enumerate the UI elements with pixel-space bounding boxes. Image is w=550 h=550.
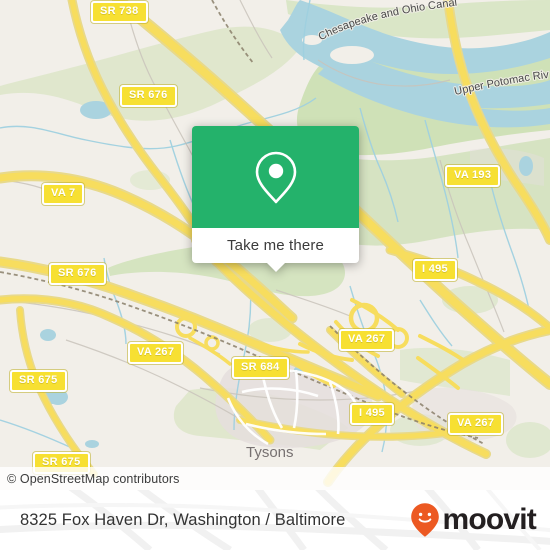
map-attribution-bar: © OpenStreetMap contributors xyxy=(0,467,550,490)
road-shield: SR 684 xyxy=(232,357,289,379)
popup-icon-area xyxy=(192,126,359,228)
take-me-there-label: Take me there xyxy=(227,237,324,254)
moovit-pin-icon xyxy=(411,503,440,537)
address-text: 8325 Fox Haven Dr, Washington / Baltimor… xyxy=(20,510,346,529)
map-canvas[interactable]: Chesapeake and Ohio Canal Upper Potomac … xyxy=(0,0,550,490)
road-shield: I 495 xyxy=(350,403,394,425)
road-shield: VA 267 xyxy=(128,342,184,364)
popup-pointer-tail xyxy=(265,262,286,272)
road-shield: VA 267 xyxy=(339,329,395,351)
moovit-logo: moovit xyxy=(410,502,537,538)
take-me-there-button[interactable]: Take me there xyxy=(192,228,359,272)
road-shield: SR 738 xyxy=(91,1,148,23)
footer-content: 8325 Fox Haven Dr, Washington / Baltimor… xyxy=(0,490,550,550)
footer-bar: 8325 Fox Haven Dr, Washington / Baltimor… xyxy=(0,490,550,550)
road-shield: SR 675 xyxy=(10,370,67,392)
road-shield: VA 267 xyxy=(448,413,504,435)
destination-popup-card[interactable]: Take me there xyxy=(192,126,359,272)
road-shield: I 495 xyxy=(413,259,457,281)
moovit-map-screenshot: Chesapeake and Ohio Canal Upper Potomac … xyxy=(0,0,550,550)
road-shield: SR 676 xyxy=(49,263,106,285)
attribution-text: © OpenStreetMap contributors xyxy=(7,471,180,486)
road-shield: SR 676 xyxy=(120,85,177,107)
road-shield: VA 7 xyxy=(42,183,85,205)
place-label: Tysons xyxy=(246,444,294,461)
road-shield: VA 193 xyxy=(445,165,501,187)
moovit-wordmark: moovit xyxy=(442,503,536,536)
map-pin-icon xyxy=(255,151,296,204)
